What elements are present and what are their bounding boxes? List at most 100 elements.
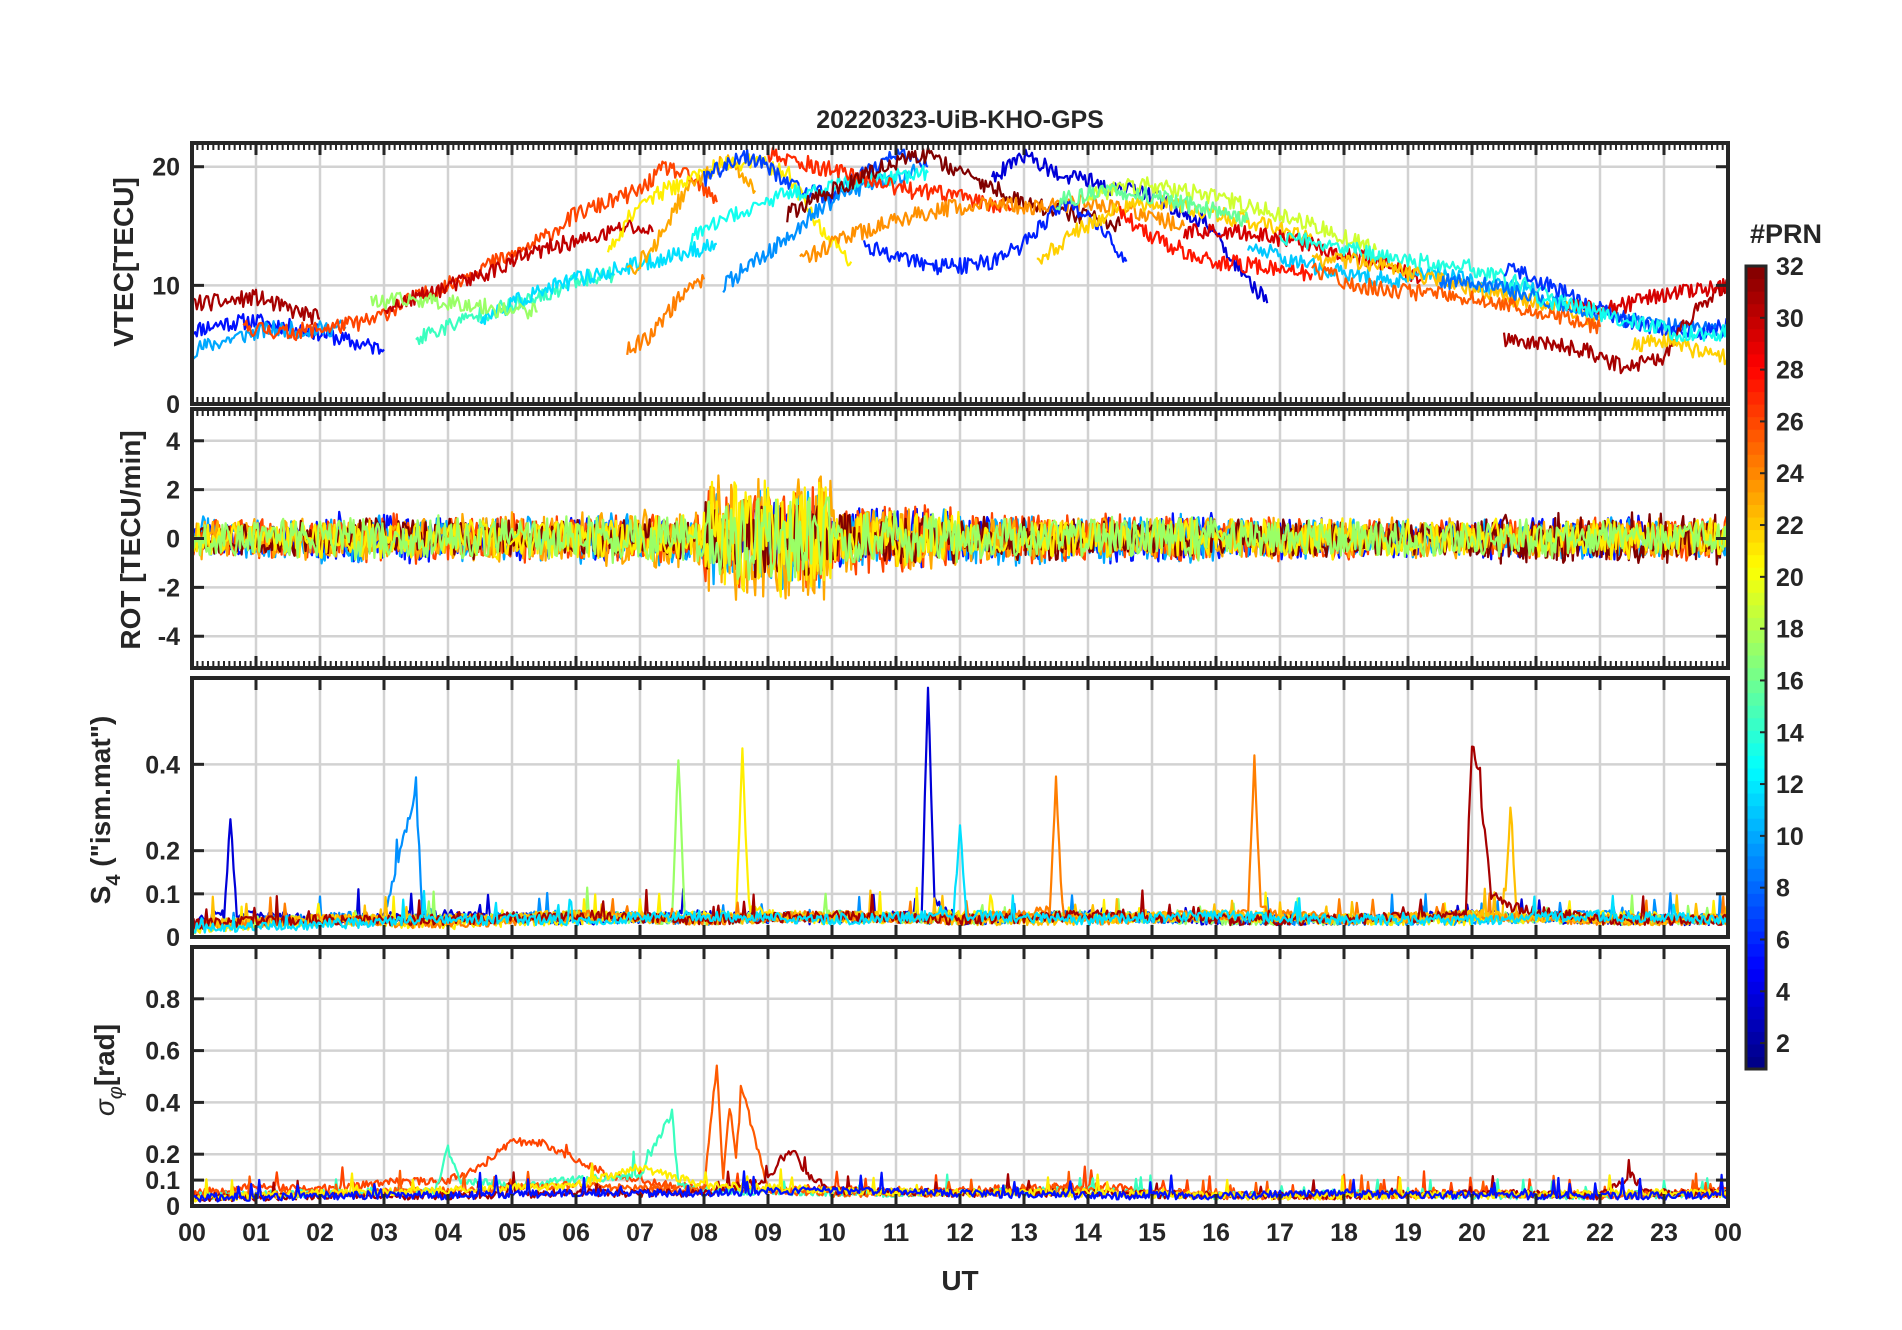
x-tick-label: 08	[690, 1219, 718, 1247]
colorbar-segment	[1746, 742, 1766, 756]
colorbar-segment	[1746, 341, 1766, 355]
x-tick-label: 04	[434, 1219, 462, 1247]
x-axis-label: UT	[941, 1265, 978, 1296]
y-tick-label: 2	[166, 477, 180, 505]
x-tick-label: 11	[883, 1219, 910, 1247]
colorbar-segment	[1746, 993, 1766, 1007]
colorbar-tick-label: 2	[1776, 1030, 1790, 1058]
colorbar-segment	[1746, 441, 1766, 455]
colorbar-segment	[1746, 755, 1766, 769]
x-tick-label: 21	[1522, 1219, 1550, 1247]
colorbar-segment	[1746, 818, 1766, 832]
colorbar-segment	[1746, 491, 1766, 505]
colorbar-segment	[1746, 416, 1766, 430]
colorbar-segment	[1746, 567, 1766, 581]
colorbar-segment	[1746, 266, 1766, 280]
colorbar-segment	[1746, 905, 1766, 920]
y-tick-label: 0.2	[145, 1141, 180, 1169]
colorbar-segment	[1746, 830, 1766, 844]
colorbar-segment	[1746, 404, 1766, 418]
colorbar-segment	[1746, 278, 1766, 292]
colorbar-segment	[1746, 504, 1766, 518]
y-tick-label: 0.2	[145, 838, 180, 866]
colorbar-segment	[1746, 855, 1766, 869]
colorbar-segment	[1746, 542, 1766, 556]
x-tick-label: 00	[1714, 1219, 1742, 1247]
x-tick-label: 14	[1074, 1219, 1102, 1247]
colorbar-segment	[1746, 366, 1766, 380]
y-tick-label: 0.8	[145, 986, 180, 1014]
colorbar-tick-label: 30	[1776, 305, 1804, 333]
colorbar-segment	[1746, 680, 1766, 694]
x-tick-label: 17	[1266, 1219, 1294, 1247]
colorbar-tick-label: 28	[1776, 357, 1804, 385]
x-tick-label: 00	[178, 1219, 206, 1247]
y-tick-label: 20	[152, 154, 180, 182]
colorbar-segment	[1746, 717, 1766, 731]
x-tick-label: 06	[562, 1219, 590, 1247]
colorbar-tick-label: 10	[1776, 823, 1804, 851]
colorbar-segment	[1746, 692, 1766, 706]
colorbar-segment	[1746, 705, 1766, 719]
colorbar-segment	[1746, 843, 1766, 857]
colorbar-segment	[1746, 956, 1766, 970]
y-tick-label: 0	[166, 391, 180, 419]
x-tick-label: 07	[626, 1219, 654, 1247]
y-tick-label: 10	[152, 272, 180, 300]
y-tick-label: 4	[166, 428, 180, 456]
colorbar-segment	[1746, 1043, 1766, 1058]
colorbar-segment	[1746, 291, 1766, 305]
x-tick-label: 19	[1394, 1219, 1422, 1247]
y-tick-label: -4	[158, 623, 180, 651]
x-tick-label: 20	[1458, 1219, 1486, 1247]
colorbar-segment	[1746, 1018, 1766, 1032]
colorbar-tick-label: 26	[1776, 408, 1804, 436]
x-tick-label: 18	[1330, 1219, 1358, 1247]
colorbar-tick-label: 6	[1776, 926, 1790, 954]
colorbar-segment	[1746, 1006, 1766, 1020]
colorbar-segment	[1746, 893, 1766, 907]
colorbar: #PRN 2468101214161820222426283032	[1744, 219, 1822, 1071]
colorbar-segment	[1746, 943, 1766, 957]
colorbar-segment	[1746, 391, 1766, 405]
colorbar-tick-label: 14	[1776, 719, 1804, 747]
colorbar-tick-label: 24	[1776, 460, 1804, 488]
x-tick-label: 01	[242, 1219, 270, 1247]
x-tick-label: 22	[1586, 1219, 1614, 1247]
sigma-phi-ylabel: σφ[rad]	[89, 1024, 127, 1116]
colorbar-tick-label: 18	[1776, 616, 1804, 644]
colorbar-segment	[1746, 479, 1766, 493]
y-tick-label: 0.1	[145, 1167, 180, 1195]
x-tick-label: 10	[818, 1219, 846, 1247]
colorbar-segment	[1746, 792, 1766, 807]
colorbar-segment	[1746, 868, 1766, 882]
figure: 20220323-UiB-KHO-GPS VTEC[TECU] 01020 RO…	[85, 106, 1822, 1296]
colorbar-segment	[1746, 604, 1766, 618]
colorbar-segment	[1746, 805, 1766, 819]
x-tick-label: 02	[306, 1219, 334, 1247]
y-tick-label: 0.6	[145, 1038, 180, 1066]
x-tick-label: 13	[1010, 1219, 1038, 1247]
colorbar-tick-label: 12	[1776, 771, 1804, 799]
s4-panel: S4 ("ism.mat") 0 0.1 0.2 0.4	[85, 676, 1730, 952]
sigma-phi-panel: σφ[rad] 00.10.2 0.4 0.6 0.8 00 01 02 03 04 05 06 07…	[89, 945, 1742, 1247]
colorbar-segment	[1746, 454, 1766, 468]
x-tick-label: 12	[946, 1219, 974, 1247]
colorbar-segment	[1746, 930, 1766, 945]
x-tick-label: 03	[370, 1219, 398, 1247]
colorbar-segment	[1746, 592, 1766, 606]
colorbar-tick-label: 22	[1776, 512, 1804, 540]
rot-ylabel: ROT [TECU/min]	[115, 430, 146, 649]
colorbar-tick-label: 8	[1776, 875, 1790, 903]
colorbar-segment	[1746, 981, 1766, 995]
y-tick-label: -2	[158, 574, 180, 602]
colorbar-tick-label: 20	[1776, 564, 1804, 592]
y-tick-label: 0.4	[145, 1089, 180, 1117]
y-tick-label: 0	[166, 1193, 180, 1221]
rot-panel: ROT [TECU/min] -4 -2 0 2 4	[115, 407, 1730, 670]
colorbar-segment	[1746, 767, 1766, 782]
colorbar-segment	[1746, 529, 1766, 543]
colorbar-segment	[1746, 629, 1766, 644]
colorbar-tick-label: 16	[1776, 667, 1804, 695]
colorbar-segment	[1746, 378, 1766, 393]
